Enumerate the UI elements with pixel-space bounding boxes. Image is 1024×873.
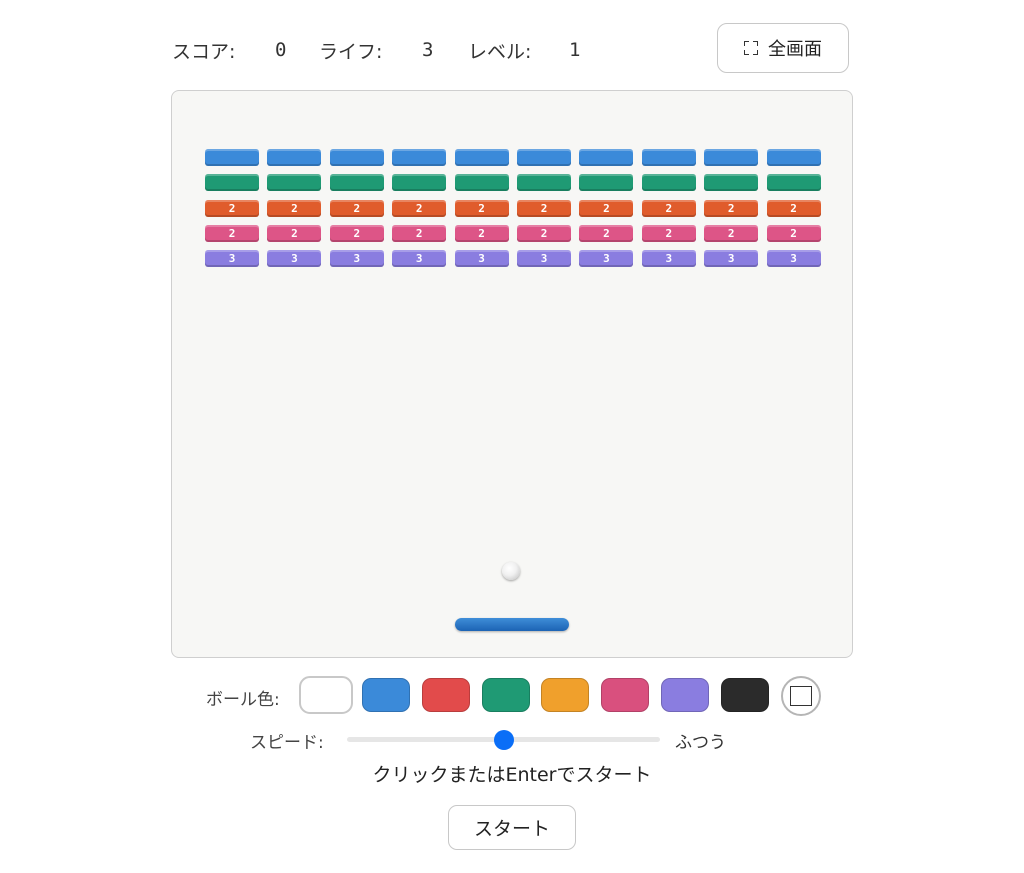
brick: [704, 149, 759, 166]
brick: [579, 149, 634, 166]
brick: [766, 174, 821, 192]
ball-color-swatch[interactable]: [362, 678, 410, 712]
score-value: 0: [275, 39, 287, 61]
brick: 2: [517, 199, 571, 217]
brick: [517, 174, 571, 192]
brick: [517, 149, 571, 166]
brick: 3: [641, 250, 696, 268]
fullscreen-label: 全画面: [768, 39, 822, 60]
brick: 2: [329, 199, 384, 217]
brick: 2: [641, 224, 696, 242]
score-label: スコア:: [172, 40, 236, 63]
fullscreen-icon: [744, 41, 758, 55]
brick: 3: [766, 250, 821, 268]
level-label: レベル:: [468, 40, 532, 63]
brick: [454, 174, 509, 192]
brick: 2: [329, 224, 384, 242]
brick: [329, 174, 384, 192]
brick: 2: [454, 199, 509, 217]
speed-slider[interactable]: [347, 730, 660, 750]
brick: 2: [267, 224, 322, 242]
brick: 2: [579, 224, 634, 242]
brick: [766, 149, 821, 166]
brick: [641, 149, 696, 166]
brick: [392, 149, 447, 166]
paddle[interactable]: [455, 618, 569, 631]
brick: 2: [766, 224, 821, 242]
color-picker-icon[interactable]: [781, 676, 821, 716]
brick: [267, 149, 322, 166]
ball: [502, 562, 520, 580]
brick: 2: [392, 224, 447, 242]
brick: [329, 149, 384, 166]
brick: 2: [454, 224, 509, 242]
brick: 2: [205, 224, 259, 242]
brick: [704, 174, 759, 192]
level-value: 1: [569, 39, 581, 61]
brick: 2: [704, 224, 759, 242]
brick: [641, 174, 696, 192]
speed-value: ふつう: [675, 733, 726, 753]
brick: 3: [205, 250, 259, 268]
brick: 2: [267, 199, 322, 217]
ball-color-swatch[interactable]: [541, 678, 590, 712]
fullscreen-button[interactable]: 全画面: [717, 23, 849, 73]
brick: 2: [517, 224, 571, 242]
brick: 3: [517, 250, 571, 268]
start-button[interactable]: スタート: [448, 805, 576, 850]
speed-slider-thumb[interactable]: [493, 730, 514, 750]
ball-color-row: ボール色:: [0, 676, 1024, 716]
brick: 2: [205, 199, 259, 217]
ball-color-swatch[interactable]: [601, 678, 650, 712]
ball-color-swatch[interactable]: [481, 678, 530, 712]
brick: [205, 149, 259, 166]
brick: 2: [579, 199, 634, 217]
hud-bar: スコア: 0 ライフ: 3 レベル: 1: [172, 36, 592, 64]
lives-value: 3: [422, 39, 434, 61]
speed-label: スピード:: [250, 733, 324, 753]
brick: 3: [392, 250, 447, 268]
brick: 3: [454, 250, 509, 268]
brick: 3: [704, 250, 759, 268]
brick: 2: [766, 199, 821, 217]
brick: 3: [267, 250, 322, 268]
lives-label: ライフ:: [319, 40, 383, 63]
ball-color-swatch[interactable]: [421, 678, 470, 712]
ball-color-swatch[interactable]: [299, 676, 353, 714]
brick: [205, 174, 259, 192]
brick: 3: [579, 250, 634, 268]
ball-color-label: ボール色:: [206, 690, 280, 710]
brick: [579, 174, 634, 192]
brick: [267, 174, 322, 192]
brick: [454, 149, 509, 166]
brick: 3: [329, 250, 384, 268]
brick: 2: [641, 199, 696, 217]
brick: [392, 174, 447, 192]
ball-color-swatch[interactable]: [661, 678, 709, 712]
brick: 2: [704, 199, 759, 217]
speed-row: スピード: ふつう: [0, 726, 1024, 753]
brick: 2: [392, 199, 447, 217]
game-board[interactable]: 333333333322222222222222222222: [171, 90, 853, 658]
start-hint: クリックまたはEnterでスタート: [372, 764, 652, 786]
ball-color-swatch[interactable]: [720, 678, 769, 712]
